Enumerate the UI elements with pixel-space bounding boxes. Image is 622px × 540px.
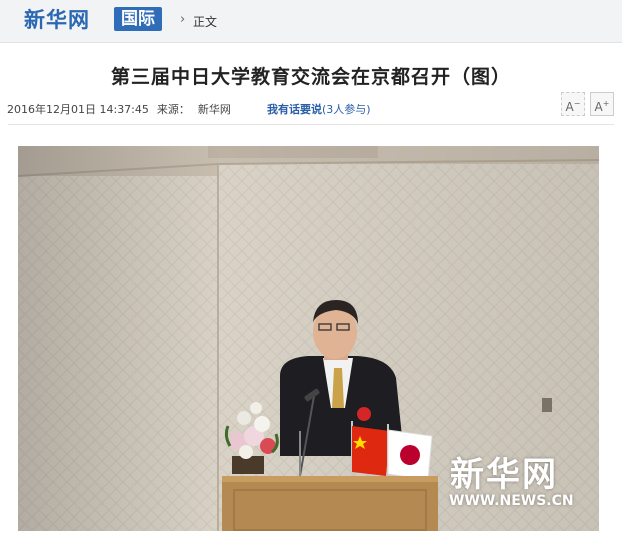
comment-area: 我有话要说(3人参与) bbox=[267, 101, 371, 117]
xinhua-logo[interactable]: 新华网 bbox=[24, 6, 90, 34]
font-decrease-icon: A− bbox=[565, 99, 581, 114]
publish-datetime: 2016年12月01日 14:37:45 bbox=[7, 103, 149, 116]
top-nav-bar: 新华网 国际 › 正文 bbox=[0, 0, 622, 43]
font-decrease-button[interactable]: A− bbox=[561, 92, 585, 116]
source-label: 来源： bbox=[156, 103, 190, 116]
comment-count[interactable]: (3人参与) bbox=[322, 103, 371, 116]
photo-watermark-logo: 新华网 bbox=[450, 455, 558, 495]
photo-watermark-url: WWW.NEWS.CN bbox=[449, 493, 574, 509]
china-flag bbox=[352, 426, 390, 476]
red-rosette bbox=[357, 407, 371, 421]
lectern bbox=[222, 476, 438, 531]
comment-link[interactable]: 我有话要说 bbox=[267, 103, 322, 116]
article-title: 第三届中日大学教育交流会在京都召开（图） bbox=[110, 66, 511, 88]
breadcrumb-current: 正文 bbox=[193, 15, 218, 29]
chevron-right-icon: › bbox=[180, 12, 186, 27]
channel-tab-international[interactable]: 国际 bbox=[114, 7, 162, 31]
article-meta: 2016年12月01日 14:37:45 来源： 新华网 bbox=[7, 101, 239, 117]
wall-fixture bbox=[542, 398, 552, 412]
font-increase-button[interactable]: A+ bbox=[590, 92, 614, 116]
header-divider bbox=[8, 124, 614, 125]
source-name: 新华网 bbox=[197, 103, 231, 116]
font-increase-icon: A+ bbox=[594, 99, 610, 114]
